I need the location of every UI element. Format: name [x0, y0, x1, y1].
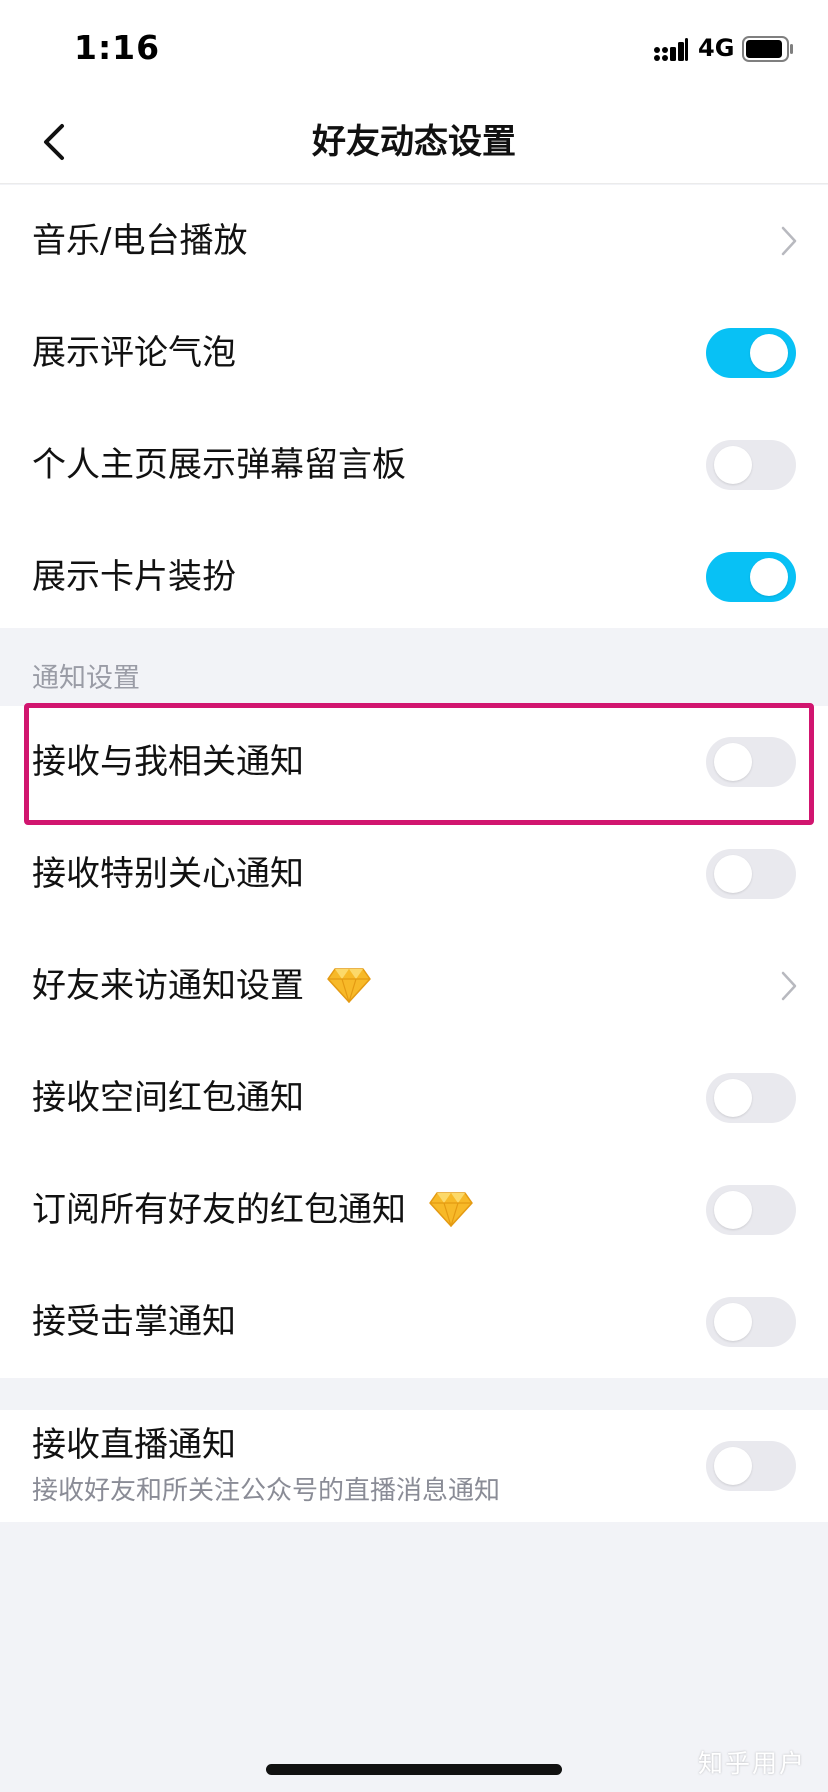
toggle-friends-redpacket-subscribe[interactable]	[706, 1185, 796, 1235]
network-label: 4G	[698, 34, 735, 62]
row-label: 接收空间红包通知	[32, 1078, 304, 1118]
toggle-comment-bubble[interactable]	[706, 328, 796, 378]
row-space-redpacket-notice: 接收空间红包通知	[0, 1042, 828, 1154]
settings-group-display: 音乐/电台播放 展示评论气泡 个人主页展示弹幕留言板 展示卡片装扮	[0, 185, 828, 633]
row-label: 接收直播通知	[32, 1425, 236, 1465]
row-comment-bubble: 展示评论气泡	[0, 297, 828, 409]
row-high-five-notice: 接受击掌通知	[0, 1266, 828, 1378]
toggle-special-care-notice[interactable]	[706, 849, 796, 899]
row-label: 个人主页展示弹幕留言板	[32, 445, 406, 485]
toggle-related-notice[interactable]	[706, 737, 796, 787]
toggle-space-redpacket-notice[interactable]	[706, 1073, 796, 1123]
row-label-text: 好友来访通知设置	[32, 966, 304, 1006]
toggle-high-five-notice[interactable]	[706, 1297, 796, 1347]
diamond-icon	[327, 967, 371, 1003]
chevron-right-icon	[781, 226, 797, 256]
settings-group-live: 接收直播通知 接收好友和所关注公众号的直播消息通知	[0, 1410, 828, 1522]
row-label: 展示卡片装扮	[32, 557, 236, 597]
nav-bar: 好友动态设置	[0, 100, 828, 184]
home-indicator[interactable]	[266, 1764, 562, 1775]
chevron-left-icon	[44, 124, 64, 160]
toggle-knob	[714, 1303, 752, 1341]
row-card-decoration: 展示卡片装扮	[0, 521, 828, 633]
diamond-icon	[429, 1191, 473, 1227]
toggle-danmaku-board[interactable]	[706, 440, 796, 490]
toggle-live-notice[interactable]	[706, 1441, 796, 1491]
signal-icon	[654, 38, 688, 61]
row-label: 接受击掌通知	[32, 1302, 236, 1342]
status-bar: 1:16 4G	[0, 0, 828, 100]
toggle-knob	[750, 334, 788, 372]
row-label: 接收特别关心通知	[32, 854, 304, 894]
watermark: 知乎用户	[697, 1749, 806, 1778]
toggle-knob	[714, 855, 752, 893]
row-friends-redpacket-subscribe: 订阅所有好友的红包通知	[0, 1154, 828, 1266]
row-label-with-badge: 好友来访通知设置	[32, 930, 371, 1042]
toggle-knob	[714, 1447, 752, 1485]
settings-group-notifications: 接收与我相关通知 接收特别关心通知 好友来访通知设置 接收空间红包通知 订阅所有…	[0, 706, 828, 1378]
toggle-card-decoration[interactable]	[706, 552, 796, 602]
row-label-with-badge: 订阅所有好友的红包通知	[32, 1154, 473, 1266]
page-title: 好友动态设置	[312, 122, 516, 162]
row-danmaku-board: 个人主页展示弹幕留言板	[0, 409, 828, 521]
toggle-knob	[714, 446, 752, 484]
row-label: 展示评论气泡	[32, 333, 236, 373]
row-music-radio[interactable]: 音乐/电台播放	[0, 185, 828, 297]
row-related-notice: 接收与我相关通知	[0, 706, 828, 818]
row-sublabel: 接收好友和所关注公众号的直播消息通知	[32, 1476, 501, 1506]
row-label: 音乐/电台播放	[32, 221, 248, 261]
section-header-label: 通知设置	[32, 663, 140, 694]
row-visitor-notice-settings[interactable]: 好友来访通知设置	[0, 930, 828, 1042]
battery-icon	[742, 36, 793, 62]
row-label-text: 订阅所有好友的红包通知	[32, 1190, 406, 1230]
back-button[interactable]	[26, 114, 82, 170]
toggle-knob	[714, 1079, 752, 1117]
row-live-notice: 接收直播通知 接收好友和所关注公众号的直播消息通知	[0, 1410, 828, 1522]
status-time: 1:16	[74, 28, 161, 67]
chevron-right-icon	[781, 971, 797, 1001]
toggle-knob	[750, 558, 788, 596]
screen: 1:16 4G 好友动态设置 音乐/电台播放 展示评论气泡 个人主页展示弹幕留言…	[0, 0, 828, 1792]
toggle-knob	[714, 743, 752, 781]
row-label: 接收与我相关通知	[32, 742, 304, 782]
row-special-care-notice: 接收特别关心通知	[0, 818, 828, 930]
section-header-notifications: 通知设置	[0, 628, 828, 706]
toggle-knob	[714, 1191, 752, 1229]
